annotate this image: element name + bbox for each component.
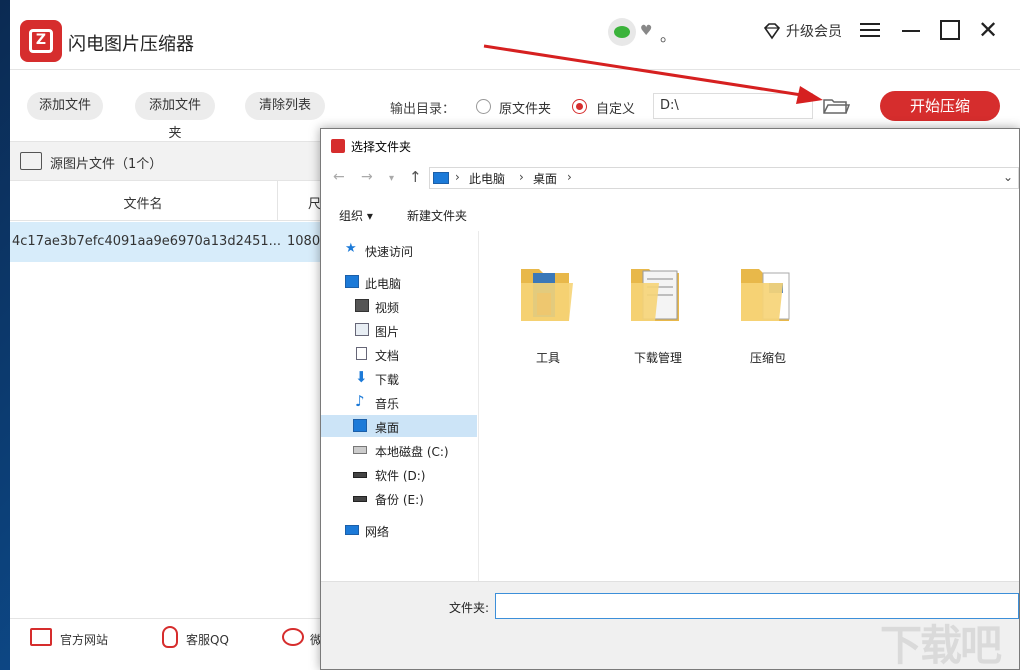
- nav-item-backup-e[interactable]: 备份 (E:): [321, 487, 477, 509]
- desktop-icon: [353, 419, 367, 432]
- add-folder-button[interactable]: 添加文件夹: [135, 92, 215, 141]
- music-note-icon: ♪: [355, 392, 365, 410]
- annotation-arrow: [483, 44, 823, 104]
- address-dropdown-icon[interactable]: ⌄: [1003, 170, 1013, 184]
- breadcrumb-desktop[interactable]: 桌面: [533, 170, 557, 187]
- image-icon: [20, 152, 42, 170]
- nav-label: 图片: [375, 325, 400, 339]
- app-logo-icon: Z: [20, 20, 62, 62]
- nav-label: 文档: [375, 349, 400, 363]
- official-site-link[interactable]: 官方网站: [60, 631, 108, 648]
- breadcrumb-chevron-icon[interactable]: ›: [567, 170, 572, 184]
- folder-icon: [631, 269, 679, 321]
- heart-icon[interactable]: ♥: [640, 23, 653, 39]
- qq-icon[interactable]: [162, 626, 178, 648]
- folder-item-download-manager[interactable]: 下载管理: [623, 245, 693, 365]
- nav-item-downloads[interactable]: ⬇ 下载: [321, 367, 477, 389]
- nav-label: 备份 (E:): [375, 493, 424, 507]
- folder-item-tools[interactable]: 工具: [513, 245, 583, 365]
- folder-icon: [521, 269, 573, 321]
- back-arrow-icon[interactable]: ←: [333, 169, 345, 185]
- folder-label: 工具: [535, 351, 560, 365]
- dialog-title-bar: [321, 129, 1019, 161]
- folder-icon: [741, 269, 790, 321]
- drive-icon: [353, 472, 367, 478]
- nav-item-desktop[interactable]: 桌面: [321, 415, 477, 437]
- recent-dropdown-icon[interactable]: ▾: [389, 173, 394, 184]
- add-file-button[interactable]: 添加文件: [27, 92, 103, 120]
- nav-label: 网络: [365, 525, 390, 539]
- folder-label: 下载管理: [633, 351, 682, 365]
- network-icon: [345, 525, 359, 535]
- folder-item-archives[interactable]: 压缩包: [733, 245, 803, 365]
- address-bar[interactable]: [429, 167, 1019, 189]
- video-icon: [355, 299, 369, 312]
- nav-label: 视频: [375, 301, 400, 315]
- folder-content-pane: 工具 下载管理 压缩包: [481, 231, 1019, 581]
- organize-menu[interactable]: 组织 ▾: [339, 207, 373, 224]
- forward-arrow-icon[interactable]: →: [361, 169, 373, 185]
- picture-icon: [355, 323, 369, 336]
- minimize-icon[interactable]: [902, 30, 920, 32]
- start-compress-button[interactable]: 开始压缩: [880, 91, 1000, 121]
- nav-label: 软件 (D:): [375, 469, 426, 483]
- nav-item-music[interactable]: ♪ 音乐: [321, 391, 477, 413]
- computer-icon: [433, 172, 449, 184]
- nav-item-documents[interactable]: 文档: [321, 343, 477, 365]
- monitor-icon[interactable]: [30, 628, 52, 646]
- up-arrow-icon[interactable]: ↑: [409, 168, 422, 186]
- service-qq-link[interactable]: 客服QQ: [186, 631, 229, 648]
- breadcrumb-this-pc[interactable]: 此电脑: [469, 170, 505, 187]
- computer-icon: [345, 275, 359, 288]
- nav-label: 快速访问: [365, 245, 414, 259]
- column-divider[interactable]: [277, 181, 278, 221]
- upgrade-vip-label: 升级会员: [786, 24, 842, 40]
- nav-label: 桌面: [375, 421, 400, 435]
- breadcrumb-chevron-icon[interactable]: ›: [519, 170, 524, 184]
- column-filename[interactable]: 文件名: [10, 193, 276, 212]
- source-files-label: 源图片文件（1个）: [50, 157, 163, 172]
- menu-icon[interactable]: [860, 20, 880, 40]
- nav-item-pictures[interactable]: 图片: [321, 319, 477, 341]
- app-title: 闪电图片压缩器: [68, 34, 194, 55]
- nav-item-quick-access[interactable]: ★ 快速访问: [321, 239, 477, 261]
- select-folder-dialog: 选择文件夹 ← → ▾ ↑ › 此电脑 › 桌面 › ⌄ 组织 ▾ 新建文件夹 …: [320, 128, 1020, 670]
- star-icon: ★: [345, 241, 357, 256]
- clear-list-button[interactable]: 清除列表: [245, 92, 325, 120]
- navigation-pane: ★ 快速访问 此电脑 视频 图片 文档 ⬇ 下载 ♪ 音乐 桌面 本地磁盘 (C…: [321, 231, 479, 581]
- output-dir-label: 输出目录：: [390, 102, 456, 117]
- watermark-logo: 下载吧: [880, 621, 1002, 670]
- nav-item-local-c[interactable]: 本地磁盘 (C:): [321, 439, 477, 461]
- drive-icon: [353, 446, 367, 454]
- drive-icon: [353, 496, 367, 502]
- maximize-icon[interactable]: [940, 20, 960, 40]
- nav-label: 本地磁盘 (C:): [375, 445, 449, 459]
- nav-label: 此电脑: [365, 277, 402, 291]
- new-folder-button[interactable]: 新建文件夹: [407, 207, 467, 224]
- diamond-icon: [763, 23, 781, 40]
- nav-item-this-pc[interactable]: 此电脑: [321, 271, 477, 293]
- nav-item-network[interactable]: 网络: [321, 519, 477, 541]
- download-arrow-icon: ⬇: [355, 368, 368, 386]
- nav-label: 音乐: [375, 397, 400, 411]
- nav-label: 下载: [375, 373, 400, 387]
- close-icon[interactable]: ✕: [978, 16, 998, 44]
- table-cell-size: 1080: [287, 234, 321, 249]
- table-cell-filename: 4c17ae3b7efc4091aa9e6970a13d2451....: [12, 234, 280, 249]
- dialog-app-icon: [331, 139, 345, 153]
- nav-item-videos[interactable]: 视频: [321, 295, 477, 317]
- folder-label: 压缩包: [749, 351, 786, 365]
- folder-field-label: 文件夹:: [449, 601, 490, 615]
- wechat-icon[interactable]: [282, 628, 304, 646]
- dialog-title: 选择文件夹: [351, 140, 412, 154]
- nav-item-soft-d[interactable]: 软件 (D:): [321, 463, 477, 485]
- breadcrumb-chevron-icon[interactable]: ›: [455, 170, 460, 184]
- document-icon: [356, 347, 367, 360]
